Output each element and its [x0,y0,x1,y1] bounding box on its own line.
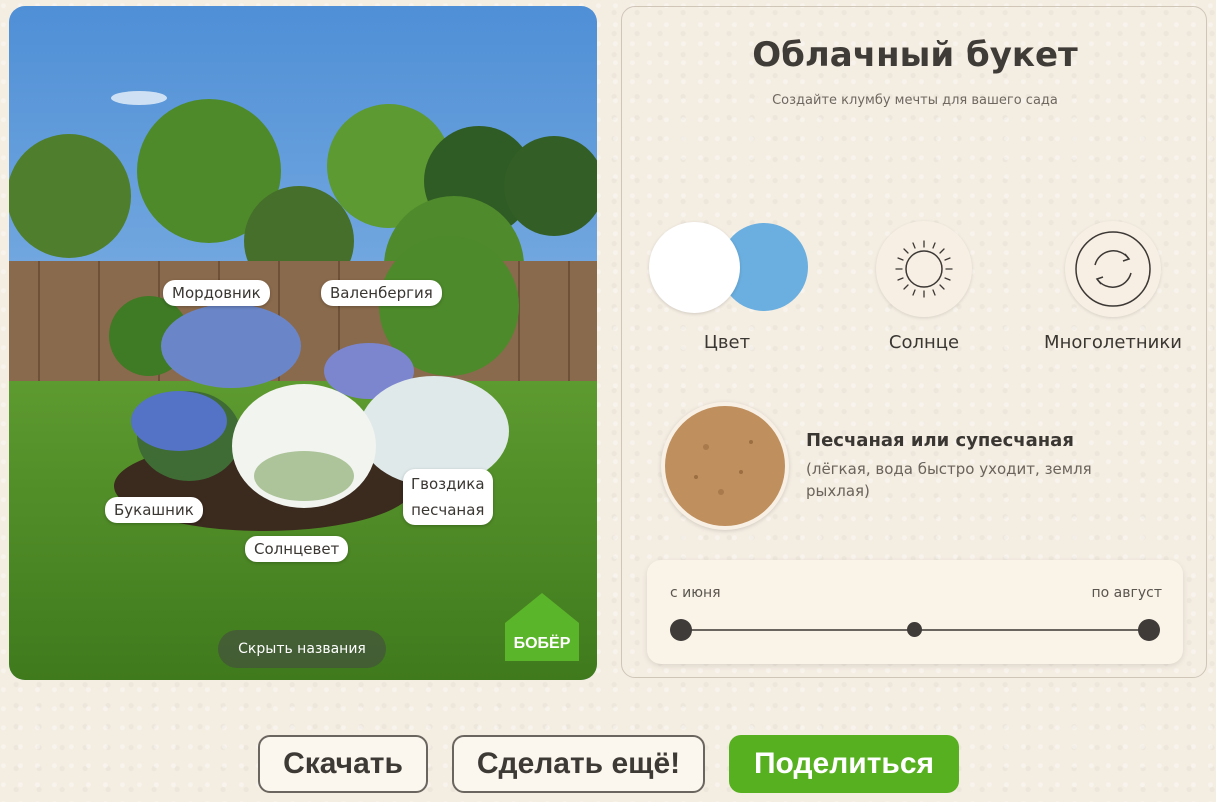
season-mid-marker [907,622,922,637]
garden-illustration [9,6,597,680]
logo-text: БОБЁР [513,635,571,652]
bober-logo: БОБЁР [505,593,579,661]
sandy-soil-icon [661,402,789,530]
season-end-handle[interactable] [1138,619,1160,641]
perennial-cycle-icon [1065,221,1161,317]
swatch-white [649,222,740,313]
season-end-label: по август [1091,585,1163,601]
page-title: Облачный букет [752,35,1078,75]
soil-type-description: (лёгкая, вода быстро уходит, земля рыхла… [806,460,1092,500]
hide-names-button[interactable]: Скрыть названия [218,630,386,668]
plant-label-bukashnik: Букашник [105,497,203,523]
make-another-button[interactable]: Сделать ещё! [452,735,705,793]
plant-label-gvozdika: Гвоздика песчаная [403,469,493,525]
garden-preview-image: Мордовник Валенбергия Букашник Гвоздика … [9,6,597,680]
plant-label-valenbergia: Валенбергия [321,280,442,306]
bloom-season-card: с июня по август [647,560,1183,664]
page-subtitle: Создайте клумбу мечты для вашего сада [772,93,1058,108]
plant-label-mordovnik: Мордовник [163,280,270,306]
feature-label-sun: Солнце [888,332,960,353]
share-button[interactable]: Поделиться [729,735,959,793]
plant-label-solncevet: Солнцевет [245,536,349,562]
sun-icon [876,221,972,317]
bouquet-info-panel: Облачный букет Создайте клумбу мечты для… [621,6,1207,678]
season-start-label: с июня [670,585,721,601]
feature-label-perennial: Многолетники [1044,332,1182,353]
download-button[interactable]: Скачать [258,735,428,793]
soil-type-title: Песчаная или супесчаная [806,430,1074,451]
feature-label-color: Цвет [703,332,751,353]
season-start-handle[interactable] [670,619,692,641]
